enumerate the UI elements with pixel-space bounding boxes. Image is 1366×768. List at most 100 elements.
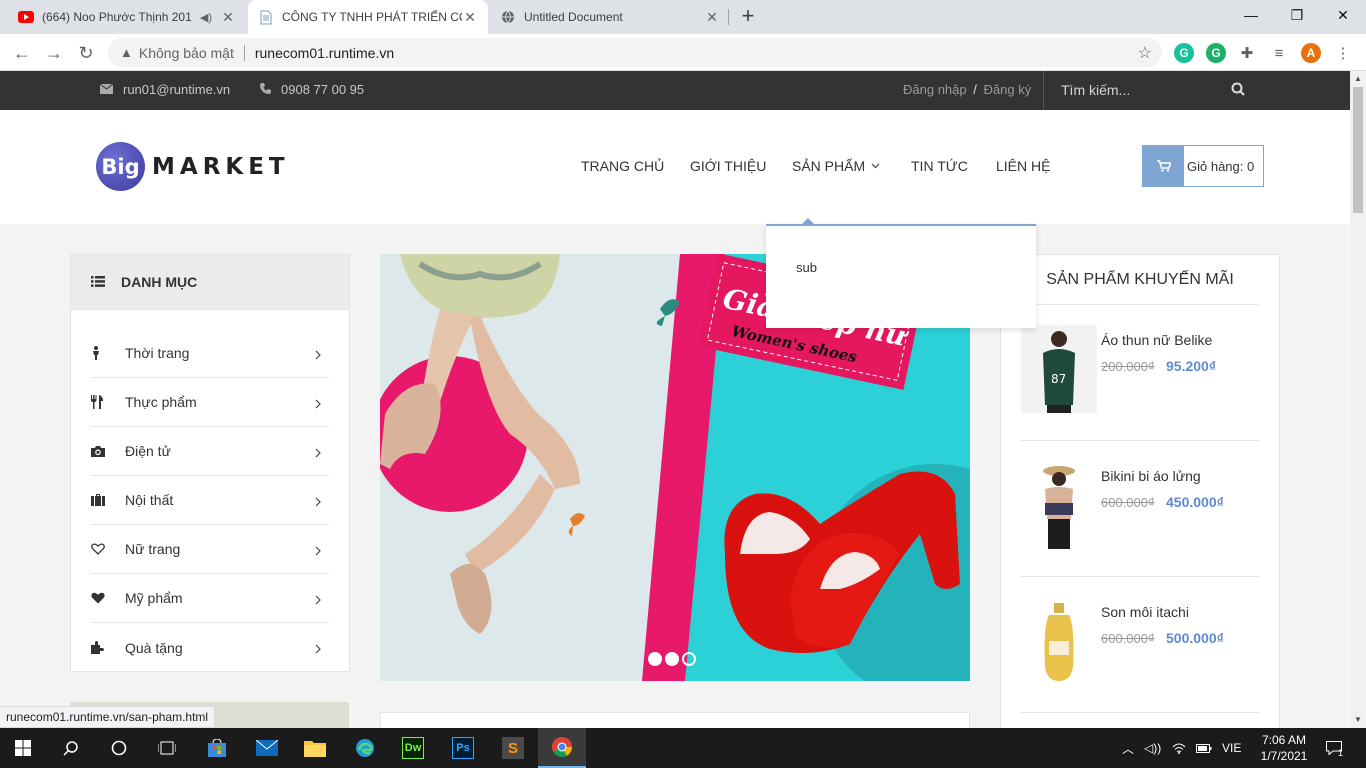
scroll-down-arrow-icon[interactable]: ▼: [1350, 712, 1366, 728]
bookmark-star-icon[interactable]: ☆: [1138, 43, 1152, 63]
category-item-food[interactable]: Thực phẩm: [91, 378, 329, 427]
browser-tab-active[interactable]: CÔNG TY TNHH PHÁT TRIỂN CÔNG ✕: [248, 0, 488, 34]
edge-icon[interactable]: [342, 728, 388, 768]
promo-item[interactable]: Son môi itachi 600.000₫ 500.000₫: [1021, 577, 1259, 713]
login-link[interactable]: Đăng nhập: [903, 82, 967, 97]
page-scrollbar[interactable]: ▲ ▼: [1350, 71, 1366, 728]
language-indicator[interactable]: VIE: [1222, 728, 1241, 768]
grammarly-green-icon[interactable]: G: [1206, 43, 1226, 63]
minimize-button[interactable]: —: [1228, 0, 1274, 30]
cortana-icon[interactable]: [96, 728, 142, 768]
products-dropdown-menu: sub: [766, 218, 1036, 328]
windows-taskbar: Dw Ps S ︿ ◁)) VIE 7:06 AM 1/7/2021 1: [0, 728, 1366, 768]
category-item-fashion[interactable]: Thời trang: [91, 329, 329, 378]
dropdown-item-sub[interactable]: sub: [796, 260, 817, 275]
promo-item-name: Bikini bi áo lửng: [1101, 468, 1201, 484]
close-window-button[interactable]: ✕: [1320, 0, 1366, 30]
nav-news[interactable]: TIN TỨC: [911, 158, 968, 174]
promo-item[interactable]: Bikini bi áo lửng 600.000₫ 450.000₫: [1021, 441, 1259, 577]
search-icon[interactable]: [1231, 82, 1245, 99]
media-control-icon[interactable]: ≡: [1269, 43, 1289, 63]
close-tab-icon[interactable]: ✕: [704, 9, 720, 26]
grammarly-icon[interactable]: G: [1174, 43, 1194, 63]
cart-button[interactable]: Giỏ hàng: 0: [1142, 145, 1264, 187]
browser-tab-untitled[interactable]: Untitled Document ✕: [490, 0, 730, 34]
category-label: Thực phẩm: [125, 394, 197, 410]
mail-icon[interactable]: [244, 728, 290, 768]
category-item-jewelry[interactable]: Nữ trang: [91, 525, 329, 574]
promo-item-name: Áo thun nữ Belike: [1101, 332, 1213, 348]
search-taskbar-icon[interactable]: [48, 728, 94, 768]
promo-item-new-price: 500.000₫: [1166, 630, 1224, 646]
tab-title: Untitled Document: [524, 10, 623, 24]
category-item-electronics[interactable]: Điện tử: [91, 427, 329, 476]
chevron-right-icon: [315, 445, 321, 461]
store-icon[interactable]: [194, 728, 240, 768]
close-tab-icon[interactable]: ✕: [220, 9, 236, 26]
close-tab-icon[interactable]: ✕: [462, 9, 478, 26]
profile-avatar[interactable]: A: [1301, 43, 1321, 63]
reload-button[interactable]: ↻: [73, 40, 99, 66]
warning-icon[interactable]: ▲: [120, 45, 133, 60]
nav-contact[interactable]: LIÊN HỆ: [996, 158, 1050, 174]
browser-tab-youtube[interactable]: (664) Noo Phước Thịnh 2017 ◀) ✕: [8, 0, 246, 34]
nav-products[interactable]: SẢN PHẨM: [792, 158, 880, 174]
browser-tab-bar: (664) Noo Phước Thịnh 2017 ◀) ✕ CÔNG TY …: [0, 0, 1366, 34]
category-label: Mỹ phẩm: [125, 590, 183, 606]
promo-item-old-price: 600.000₫: [1101, 631, 1155, 646]
task-view-icon[interactable]: [144, 728, 190, 768]
promo-item-new-price: 95.200₫: [1166, 358, 1217, 374]
category-label: Nội thất: [125, 492, 174, 508]
volume-icon[interactable]: ◁)): [1144, 728, 1161, 768]
wifi-icon[interactable]: [1172, 728, 1186, 768]
photoshop-icon[interactable]: Ps: [440, 728, 486, 768]
scroll-up-arrow-icon[interactable]: ▲: [1350, 71, 1366, 87]
slider-dot-2[interactable]: [665, 652, 679, 666]
nav-home[interactable]: TRANG CHỦ: [581, 158, 664, 174]
tab-divider: [728, 9, 729, 25]
extensions-puzzle-icon[interactable]: ✚: [1237, 43, 1257, 63]
slider-dot-3[interactable]: [682, 652, 696, 666]
tray-chevron-icon[interactable]: ︿: [1122, 728, 1134, 768]
promotions-panel: SẢN PHẨM KHUYẾN MÃI 87 Áo thun nữ Belike…: [1000, 254, 1280, 728]
address-bar[interactable]: ▲ Không bảo mật runecom01.runtime.vn ☆: [108, 38, 1162, 67]
slider-dot-1[interactable]: [648, 652, 662, 666]
url-text[interactable]: runecom01.runtime.vn: [255, 45, 394, 61]
briefcase-icon: [91, 494, 125, 506]
nav-about[interactable]: GIỚI THIỆU: [690, 158, 766, 174]
register-link[interactable]: Đăng ký: [984, 82, 1032, 97]
heart-outline-icon: [91, 543, 125, 555]
file-explorer-icon[interactable]: [292, 728, 338, 768]
link-status-bubble: runecom01.runtime.vn/san-pham.html: [0, 706, 216, 728]
chrome-taskbar-icon[interactable]: [538, 728, 586, 768]
clock-date: 1/7/2021: [1260, 749, 1308, 763]
promo-item-new-price: 450.000₫: [1166, 494, 1224, 510]
security-label[interactable]: Không bảo mật: [139, 45, 234, 61]
globe-icon: [500, 9, 516, 25]
menu-kebab-icon[interactable]: ⋮: [1333, 43, 1353, 63]
scrollbar-thumb[interactable]: [1353, 87, 1363, 213]
forward-button[interactable]: →: [41, 40, 67, 66]
category-item-furniture[interactable]: Nội thất: [91, 476, 329, 525]
system-clock[interactable]: 7:06 AM 1/7/2021: [1252, 732, 1316, 764]
category-label: Quà tặng: [125, 639, 183, 656]
phone-contact[interactable]: 0908 77 00 95: [260, 82, 364, 97]
start-button[interactable]: [0, 728, 46, 768]
restore-button[interactable]: ❐: [1274, 0, 1320, 30]
search-input[interactable]: [1061, 80, 1221, 100]
back-button[interactable]: ←: [9, 40, 35, 66]
sublime-text-icon[interactable]: S: [490, 728, 536, 768]
promo-item[interactable]: 87 Áo thun nữ Belike 200.000₫ 95.200₫: [1021, 305, 1259, 441]
site-logo[interactable]: Big MARKET: [96, 142, 290, 191]
notification-center-icon[interactable]: 1: [1326, 728, 1343, 768]
promo-item-old-price: 200.000₫: [1101, 359, 1155, 374]
email-contact[interactable]: run01@runtime.vn: [99, 82, 230, 97]
new-tab-button[interactable]: +: [736, 5, 760, 29]
speaker-icon[interactable]: ◀): [200, 11, 212, 24]
category-item-gifts[interactable]: Quà tặng: [91, 623, 329, 672]
category-item-cosmetics[interactable]: Mỹ phẩm: [91, 574, 329, 623]
dreamweaver-icon[interactable]: Dw: [390, 728, 436, 768]
chevron-right-icon: [315, 543, 321, 559]
battery-icon[interactable]: [1196, 728, 1212, 768]
category-sidebar: DANH MỤC Thời trang Thực phẩm Điện tử Nộ…: [70, 254, 350, 672]
